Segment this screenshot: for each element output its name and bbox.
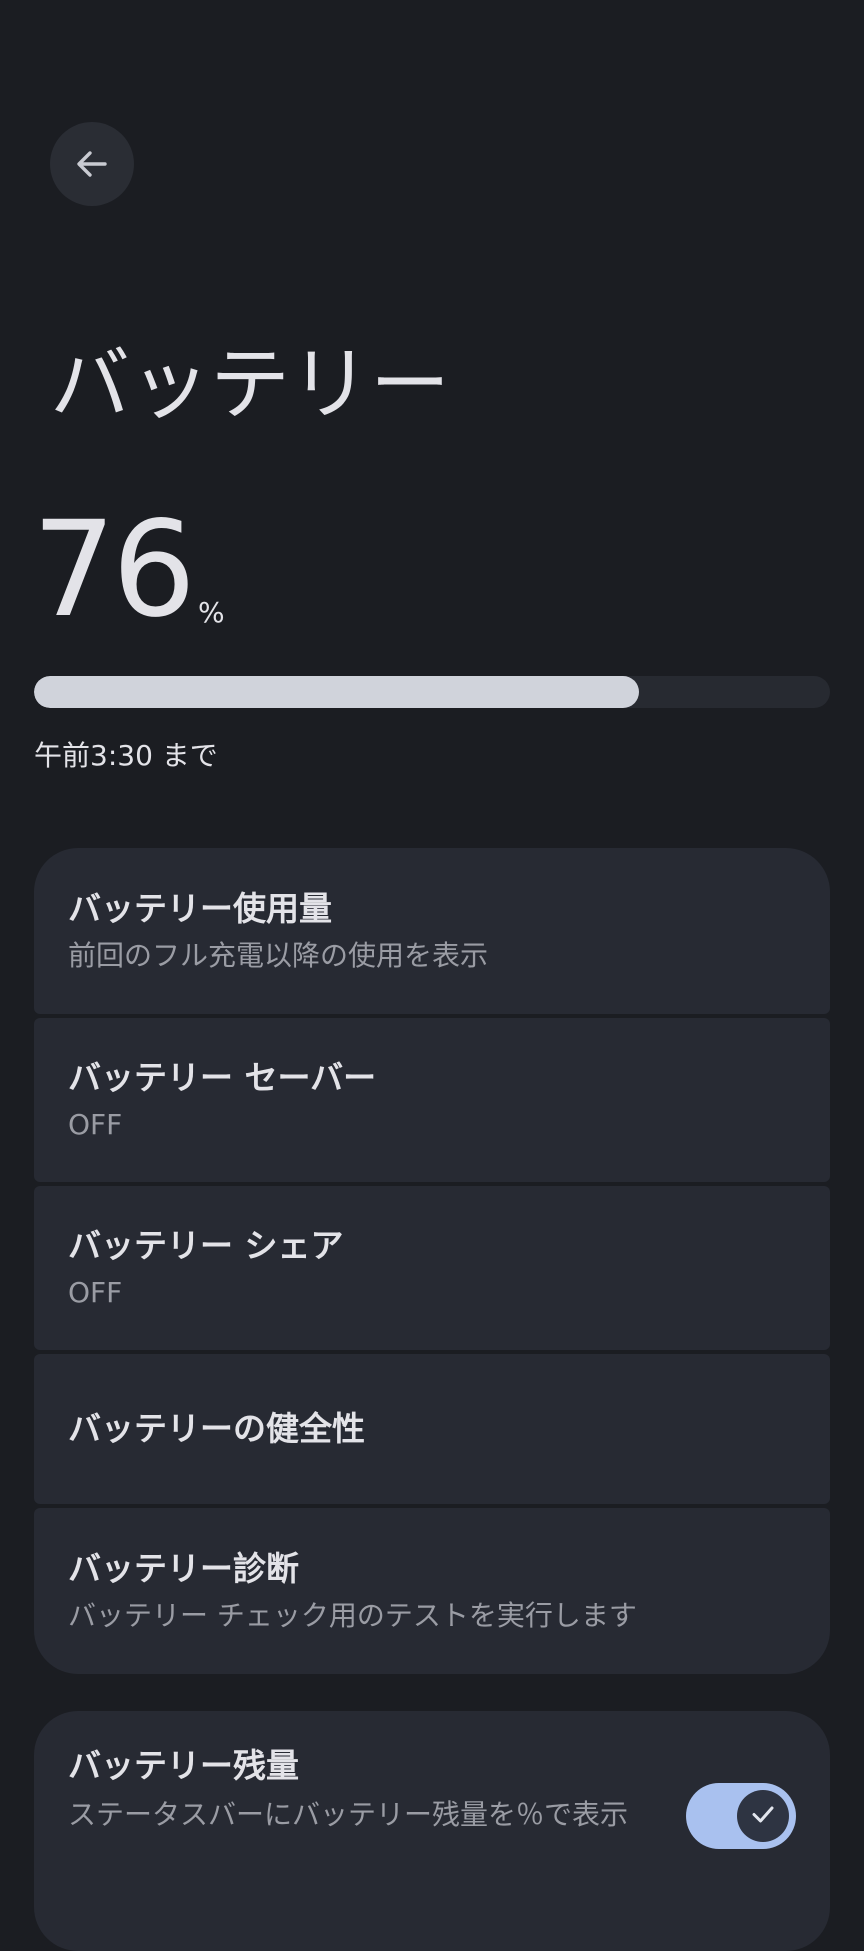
- battery-estimate: 午前3:30 まで: [34, 739, 218, 772]
- battery-level-value: 76: [32, 493, 196, 647]
- battery-percentage-item[interactable]: バッテリー残量 ステータスバーにバッテリー残量を％で表示: [34, 1711, 830, 1951]
- battery-usage-item[interactable]: バッテリー使用量 前回のフル充電以降の使用を表示: [34, 848, 830, 1014]
- item-subtitle: 前回のフル充電以降の使用を表示: [68, 939, 489, 972]
- item-title: バッテリー セーバー: [68, 1058, 377, 1097]
- toggle-knob: [737, 1790, 789, 1842]
- item-subtitle: OFF: [68, 1276, 123, 1309]
- page-title: バッテリー: [50, 338, 450, 431]
- item-title: バッテリーの健全性: [68, 1409, 365, 1448]
- item-subtitle: バッテリー チェック用のテストを実行します: [68, 1599, 637, 1632]
- item-title: バッテリー診断: [68, 1549, 299, 1588]
- battery-saver-item[interactable]: バッテリー セーバー OFF: [34, 1018, 830, 1182]
- battery-level: 76 %: [32, 493, 225, 647]
- battery-percentage-toggle[interactable]: [686, 1783, 796, 1849]
- battery-progress-fill: [34, 676, 639, 708]
- battery-health-item[interactable]: バッテリーの健全性: [34, 1354, 830, 1504]
- back-button[interactable]: [50, 122, 134, 206]
- item-subtitle: OFF: [68, 1108, 123, 1141]
- battery-diagnostics-item[interactable]: バッテリー診断 バッテリー チェック用のテストを実行します: [34, 1508, 830, 1674]
- item-subtitle: ステータスバーにバッテリー残量を％で表示: [68, 1798, 629, 1831]
- arrow-back-icon: [72, 144, 112, 184]
- check-icon: [749, 1800, 777, 1832]
- battery-level-unit: %: [197, 596, 225, 629]
- battery-share-item[interactable]: バッテリー シェア OFF: [34, 1186, 830, 1350]
- battery-progress-bar: [34, 676, 830, 708]
- item-title: バッテリー残量: [68, 1746, 299, 1785]
- item-title: バッテリー使用量: [68, 889, 332, 928]
- item-title: バッテリー シェア: [68, 1226, 344, 1265]
- battery-percentage-text: バッテリー残量 ステータスバーにバッテリー残量を％で表示: [68, 1743, 628, 1837]
- battery-settings-list: バッテリー使用量 前回のフル充電以降の使用を表示 バッテリー セーバー OFF …: [34, 848, 830, 1678]
